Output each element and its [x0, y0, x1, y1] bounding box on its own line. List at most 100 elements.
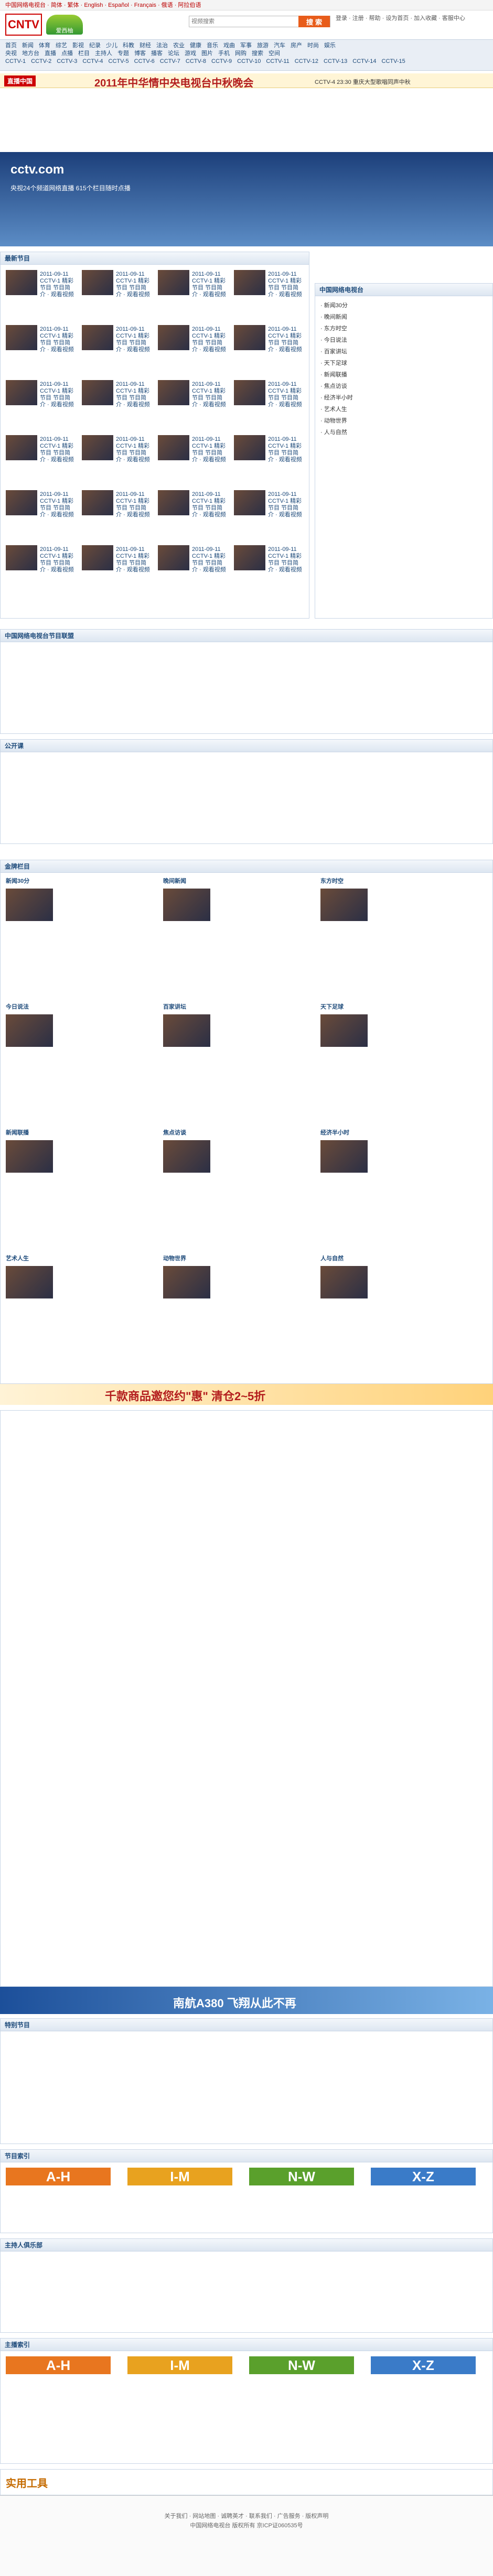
- column-thumbnail[interactable]: [320, 1266, 368, 1298]
- header-links[interactable]: 登录 · 注册 · 帮助 · 设为首页 · 加入收藏 · 客服中心: [336, 15, 488, 22]
- xiyou-logo[interactable]: 爱西柚: [46, 15, 83, 35]
- nav-item[interactable]: 网购: [235, 50, 246, 57]
- column-thumbnail[interactable]: [163, 889, 210, 921]
- video-thumbnail[interactable]: [82, 270, 113, 295]
- video-thumbnail[interactable]: [82, 325, 113, 350]
- column-thumbnail[interactable]: [6, 1014, 53, 1047]
- nav-item[interactable]: 空间: [269, 50, 280, 57]
- list-item[interactable]: · 新闻联播: [320, 371, 347, 379]
- video-caption[interactable]: 2011-09-11 CCTV-1 精彩节目 节目简介 · 观看视频: [40, 271, 74, 298]
- video-caption[interactable]: 2011-09-11 CCTV-1 精彩节目 节目简介 · 观看视频: [116, 381, 150, 408]
- nav-item[interactable]: 央视: [5, 50, 17, 57]
- nav-item[interactable]: 体育: [39, 42, 50, 49]
- nav-item[interactable]: 地方台: [22, 50, 39, 57]
- video-caption[interactable]: 2011-09-11 CCTV-1 精彩节目 节目简介 · 观看视频: [40, 546, 74, 573]
- video-caption[interactable]: 2011-09-11 CCTV-1 精彩节目 节目简介 · 观看视频: [268, 491, 302, 518]
- video-thumbnail[interactable]: [234, 490, 265, 515]
- video-caption[interactable]: 2011-09-11 CCTV-1 精彩节目 节目简介 · 观看视频: [116, 491, 150, 518]
- list-item[interactable]: · 百家讲坛: [320, 348, 347, 356]
- nav-item[interactable]: 游戏: [185, 50, 196, 57]
- video-caption[interactable]: 2011-09-11 CCTV-1 精彩节目 节目简介 · 观看视频: [40, 491, 74, 518]
- column-thumbnail[interactable]: [320, 1014, 368, 1047]
- video-caption[interactable]: 2011-09-11 CCTV-1 精彩节目 节目简介 · 观看视频: [116, 326, 150, 353]
- video-thumbnail[interactable]: [6, 545, 37, 570]
- video-thumbnail[interactable]: [158, 325, 189, 350]
- column-thumbnail[interactable]: [163, 1140, 210, 1173]
- nav-item[interactable]: 旅游: [257, 42, 269, 49]
- video-thumbnail[interactable]: [234, 545, 265, 570]
- nav-item[interactable]: 农业: [173, 42, 185, 49]
- list-item[interactable]: · 动物世界: [320, 417, 347, 425]
- column-heading[interactable]: 人与自然: [320, 1255, 344, 1262]
- video-caption[interactable]: 2011-09-11 CCTV-1 精彩节目 节目简介 · 观看视频: [268, 271, 302, 298]
- video-thumbnail[interactable]: [234, 270, 265, 295]
- nav-item[interactable]: 法治: [156, 42, 168, 49]
- nav-item[interactable]: 财经: [140, 42, 151, 49]
- search-button[interactable]: 搜 索: [298, 16, 330, 27]
- video-thumbnail[interactable]: [234, 435, 265, 460]
- air-banner[interactable]: 南航A380 飞翔从此不再: [0, 1987, 493, 2014]
- video-thumbnail[interactable]: [6, 435, 37, 460]
- nav-item[interactable]: 房产: [291, 42, 302, 49]
- nav-item[interactable]: 科教: [123, 42, 134, 49]
- column-thumbnail[interactable]: [320, 889, 368, 921]
- nav-item[interactable]: CCTV-7: [160, 58, 180, 64]
- video-caption[interactable]: 2011-09-11 CCTV-1 精彩节目 节目简介 · 观看视频: [40, 381, 74, 408]
- video-caption[interactable]: 2011-09-11 CCTV-1 精彩节目 节目简介 · 观看视频: [192, 436, 226, 463]
- video-thumbnail[interactable]: [6, 380, 37, 405]
- column-heading[interactable]: 焦点访谈: [163, 1130, 186, 1137]
- sale-banner[interactable]: 千款商品邀您约"惠" 清仓2~5折: [0, 1384, 493, 1405]
- nav-item[interactable]: 军事: [240, 42, 252, 49]
- column-heading[interactable]: 东方时空: [320, 878, 344, 885]
- nav-item[interactable]: 搜索: [252, 50, 263, 57]
- nav-item[interactable]: 点播: [61, 50, 73, 57]
- column-heading[interactable]: 天下足球: [320, 1004, 344, 1011]
- list-item[interactable]: · 经济半小时: [320, 394, 353, 402]
- letter-tab[interactable]: X-Z: [371, 2356, 476, 2374]
- nav-item[interactable]: CCTV-6: [134, 58, 155, 64]
- letter-tab[interactable]: X-Z: [371, 2168, 476, 2185]
- column-thumbnail[interactable]: [163, 1014, 210, 1047]
- column-heading[interactable]: 今日说法: [6, 1004, 29, 1011]
- video-caption[interactable]: 2011-09-11 CCTV-1 精彩节目 节目简介 · 观看视频: [116, 546, 150, 573]
- video-thumbnail[interactable]: [158, 270, 189, 295]
- video-caption[interactable]: 2011-09-11 CCTV-1 精彩节目 节目简介 · 观看视频: [268, 436, 302, 463]
- nav-item[interactable]: 主持人: [95, 50, 112, 57]
- letter-tab[interactable]: A-H: [6, 2168, 111, 2185]
- nav-item[interactable]: 首页: [5, 42, 17, 49]
- cntv-logo[interactable]: CNTV: [5, 14, 42, 36]
- video-thumbnail[interactable]: [6, 270, 37, 295]
- video-caption[interactable]: 2011-09-11 CCTV-1 精彩节目 节目简介 · 观看视频: [116, 271, 150, 298]
- video-caption[interactable]: 2011-09-11 CCTV-1 精彩节目 节目简介 · 观看视频: [192, 326, 226, 353]
- video-caption[interactable]: 2011-09-11 CCTV-1 精彩节目 节目简介 · 观看视频: [192, 381, 226, 408]
- video-caption[interactable]: 2011-09-11 CCTV-1 精彩节目 节目简介 · 观看视频: [116, 436, 150, 463]
- nav-item[interactable]: 音乐: [207, 42, 218, 49]
- search-input[interactable]: [189, 16, 294, 27]
- nav-item[interactable]: 影视: [72, 42, 84, 49]
- video-thumbnail[interactable]: [82, 545, 113, 570]
- nav-item[interactable]: CCTV-3: [57, 58, 77, 64]
- column-heading[interactable]: 新闻30分: [6, 878, 29, 885]
- nav-item[interactable]: 汽车: [274, 42, 285, 49]
- video-thumbnail[interactable]: [158, 490, 189, 515]
- video-caption[interactable]: 2011-09-11 CCTV-1 精彩节目 节目简介 · 观看视频: [192, 546, 226, 573]
- nav-item[interactable]: CCTV-10: [237, 58, 261, 64]
- letter-tab[interactable]: I-M: [127, 2168, 232, 2185]
- list-item[interactable]: · 晚间新闻: [320, 313, 347, 321]
- video-caption[interactable]: 2011-09-11 CCTV-1 精彩节目 节目简介 · 观看视频: [268, 546, 302, 573]
- nav-item[interactable]: 戏曲: [223, 42, 235, 49]
- list-item[interactable]: · 艺术人生: [320, 405, 347, 414]
- list-item[interactable]: · 新闻30分: [320, 301, 348, 310]
- nav-item[interactable]: CCTV-5: [109, 58, 129, 64]
- nav-item[interactable]: 娱乐: [324, 42, 336, 49]
- video-thumbnail[interactable]: [82, 380, 113, 405]
- hero-area[interactable]: cctv.com 央视24个频道网络直播 615个栏目随时点播: [0, 152, 493, 246]
- video-caption[interactable]: 2011-09-11 CCTV-1 精彩节目 节目简介 · 观看视频: [40, 326, 74, 353]
- nav-item[interactable]: 健康: [190, 42, 201, 49]
- nav-item[interactable]: CCTV-11: [266, 58, 289, 64]
- video-thumbnail[interactable]: [6, 325, 37, 350]
- footer-links[interactable]: 关于我们 · 网站地图 · 诚聘英才 · 联系我们 · 广告服务 · 版权声明: [0, 2512, 493, 2521]
- nav-item[interactable]: 时尚: [307, 42, 319, 49]
- nav-item[interactable]: CCTV-8: [186, 58, 206, 64]
- nav-item[interactable]: 直播: [45, 50, 56, 57]
